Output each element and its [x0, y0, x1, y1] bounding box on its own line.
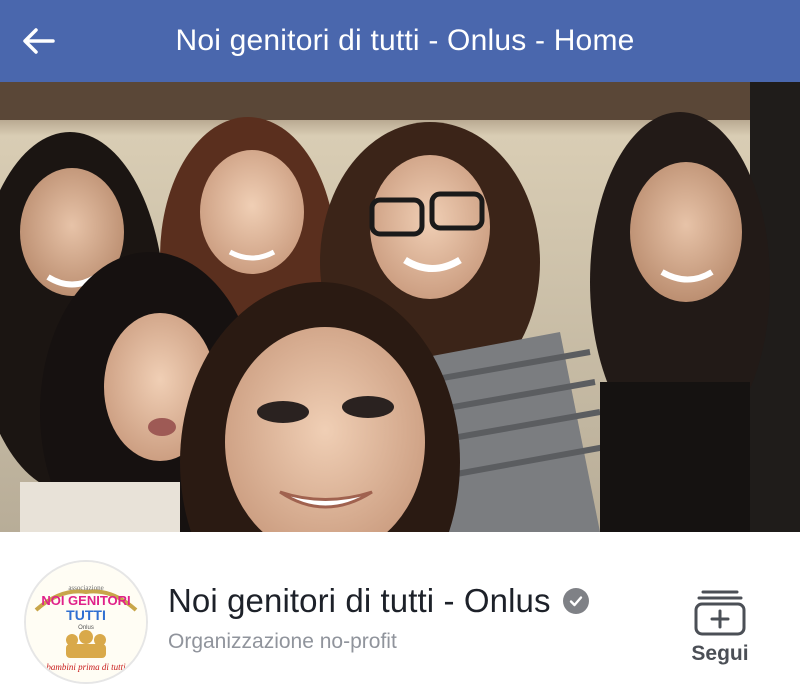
page-name-row: Noi genitori di tutti - Onlus	[168, 582, 589, 620]
page-name[interactable]: Noi genitori di tutti - Onlus	[168, 582, 551, 620]
page-profile-section: associazione NOI GENITORI TUTTI Onlus ba…	[0, 532, 800, 697]
svg-text:TUTTI: TUTTI	[66, 607, 106, 623]
svg-text:bambini prima di tutti: bambini prima di tutti	[46, 662, 126, 672]
cover-photo[interactable]	[0, 82, 800, 532]
svg-text:associazione: associazione	[68, 584, 103, 592]
verified-badge-icon	[562, 588, 589, 614]
follow-label: Segui	[691, 642, 749, 665]
organization-logo: associazione NOI GENITORI TUTTI Onlus ba…	[26, 562, 146, 682]
top-navigation-bar: Noi genitori di tutti - Onlus - Home	[0, 0, 800, 82]
page-category: Organizzazione no-profit	[168, 630, 397, 653]
svg-text:NOI GENITORI: NOI GENITORI	[41, 593, 130, 608]
page-avatar[interactable]: associazione NOI GENITORI TUTTI Onlus ba…	[24, 560, 148, 684]
person-4	[590, 112, 770, 532]
follow-button[interactable]: Segui	[680, 584, 760, 679]
follow-plus-icon	[694, 590, 746, 636]
page-title: Noi genitori di tutti - Onlus - Home	[175, 24, 635, 57]
